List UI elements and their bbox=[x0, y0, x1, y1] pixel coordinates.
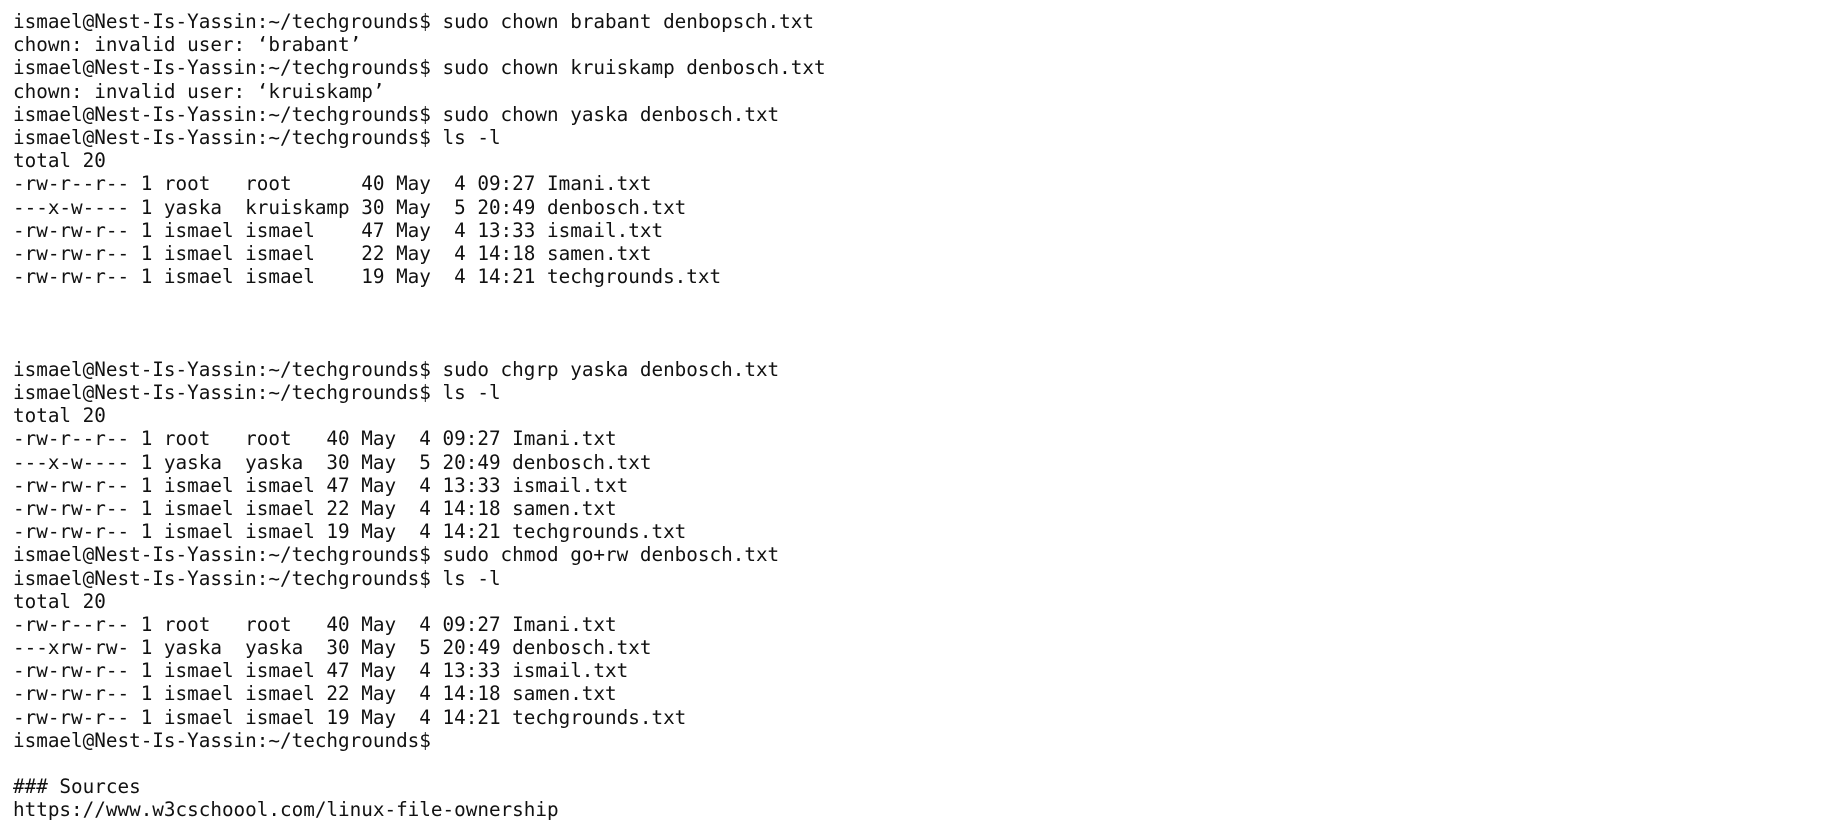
output-line: ---xrw-rw- 1 yaska yaska 30 May 5 20:49 … bbox=[13, 636, 826, 659]
command-text: ls -l bbox=[430, 381, 501, 404]
output-line: total 20 bbox=[13, 404, 826, 427]
output-line: ### Sources bbox=[13, 775, 826, 798]
command-line: ismael@Nest-Is-Yassin:~/techgrounds$ ls … bbox=[13, 126, 826, 149]
command-line: ismael@Nest-Is-Yassin:~/techgrounds$ ls … bbox=[13, 381, 826, 404]
output-line: total 20 bbox=[13, 149, 826, 172]
output-text: -rw-r--r-- 1 root root 40 May 4 09:27 Im… bbox=[13, 612, 617, 636]
output-line: -rw-rw-r-- 1 ismael ismael 22 May 4 14:1… bbox=[13, 242, 826, 265]
source-link-line: https://www.w3cschoool.com/linux-file-ow… bbox=[13, 798, 826, 821]
shell-prompt: ismael@Nest-Is-Yassin:~/techgrounds$ bbox=[13, 566, 431, 590]
output-line: -rw-rw-r-- 1 ismael ismael 19 May 4 14:2… bbox=[13, 706, 826, 729]
shell-prompt: ismael@Nest-Is-Yassin:~/techgrounds$ bbox=[13, 381, 431, 404]
output-line: -rw-rw-r-- 1 ismael ismael 19 May 4 14:2… bbox=[13, 520, 826, 543]
output-text: -rw-rw-r-- 1 ismael ismael 22 May 4 14:1… bbox=[13, 241, 652, 265]
output-line: -rw-rw-r-- 1 ismael ismael 22 May 4 14:1… bbox=[13, 497, 826, 520]
command-line: ismael@Nest-Is-Yassin:~/techgrounds$ sud… bbox=[13, 103, 826, 126]
output-line: -rw-rw-r-- 1 ismael ismael 47 May 4 13:3… bbox=[13, 219, 826, 242]
output-line: ---x-w---- 1 yaska kruiskamp 30 May 5 20… bbox=[13, 196, 826, 219]
output-text: ---x-w---- 1 yaska kruiskamp 30 May 5 20… bbox=[13, 195, 687, 219]
terminal-output[interactable]: ismael@Nest-Is-Yassin:~/techgrounds$ sud… bbox=[13, 10, 826, 822]
output-line: -rw-r--r-- 1 root root 40 May 4 09:27 Im… bbox=[13, 172, 826, 195]
output-text: total 20 bbox=[13, 589, 106, 613]
shell-prompt: ismael@Nest-Is-Yassin:~/techgrounds$ bbox=[13, 10, 431, 33]
shell-prompt: ismael@Nest-Is-Yassin:~/techgrounds$ bbox=[13, 102, 431, 126]
command-line: ismael@Nest-Is-Yassin:~/techgrounds$ ls … bbox=[13, 567, 826, 590]
command-line: ismael@Nest-Is-Yassin:~/techgrounds$ sud… bbox=[13, 543, 826, 566]
command-line: ismael@Nest-Is-Yassin:~/techgrounds$ sud… bbox=[13, 56, 826, 79]
output-text: -rw-rw-r-- 1 ismael ismael 47 May 4 13:3… bbox=[13, 218, 664, 242]
output-text: -rw-rw-r-- 1 ismael ismael 47 May 4 13:3… bbox=[13, 659, 629, 683]
command-line: ismael@Nest-Is-Yassin:~/techgrounds$ sud… bbox=[13, 358, 826, 381]
command-text: ls -l bbox=[430, 566, 501, 590]
source-link[interactable]: https://www.w3cschoool.com/linux-file-ow… bbox=[13, 798, 559, 821]
output-text: ### Sources bbox=[13, 775, 141, 799]
output-text: -rw-rw-r-- 1 ismael ismael 47 May 4 13:3… bbox=[13, 473, 629, 497]
output-text: chown: invalid user: ‘kruiskamp’ bbox=[13, 79, 385, 103]
command-line: ismael@Nest-Is-Yassin:~/techgrounds$ bbox=[13, 729, 826, 752]
shell-prompt: ismael@Nest-Is-Yassin:~/techgrounds$ bbox=[13, 56, 431, 80]
command-text: sudo chown kruiskamp denbosch.txt bbox=[430, 56, 826, 80]
command-text: sudo chown brabant denbopsch.txt bbox=[430, 10, 814, 33]
output-text: -rw-rw-r-- 1 ismael ismael 19 May 4 14:2… bbox=[13, 705, 687, 729]
output-text: total 20 bbox=[13, 149, 106, 173]
output-line: chown: invalid user: ‘kruiskamp’ bbox=[13, 80, 826, 103]
output-line: chown: invalid user: ‘brabant’ bbox=[13, 33, 826, 56]
output-line: -rw-rw-r-- 1 ismael ismael 47 May 4 13:3… bbox=[13, 659, 826, 682]
output-text: -rw-r--r-- 1 root root 40 May 4 09:27 Im… bbox=[13, 172, 652, 196]
shell-prompt: ismael@Nest-Is-Yassin:~/techgrounds$ bbox=[13, 125, 431, 149]
command-text: ls -l bbox=[430, 125, 501, 149]
output-line: -rw-r--r-- 1 root root 40 May 4 09:27 Im… bbox=[13, 613, 826, 636]
output-text: total 20 bbox=[13, 404, 106, 428]
output-line: total 20 bbox=[13, 590, 826, 613]
output-text: -rw-rw-r-- 1 ismael ismael 22 May 4 14:1… bbox=[13, 496, 617, 520]
output-text: -rw-rw-r-- 1 ismael ismael 22 May 4 14:1… bbox=[13, 682, 617, 706]
output-line: -rw-r--r-- 1 root root 40 May 4 09:27 Im… bbox=[13, 427, 826, 450]
command-line: ismael@Nest-Is-Yassin:~/techgrounds$ sud… bbox=[13, 10, 826, 33]
output-text: ---x-w---- 1 yaska yaska 30 May 5 20:49 … bbox=[13, 450, 652, 474]
output-line: -rw-rw-r-- 1 ismael ismael 47 May 4 13:3… bbox=[13, 474, 826, 497]
output-text: -rw-rw-r-- 1 ismael ismael 19 May 4 14:2… bbox=[13, 265, 722, 289]
command-text: sudo chmod go+rw denbosch.txt bbox=[430, 543, 780, 567]
output-line: -rw-rw-r-- 1 ismael ismael 22 May 4 14:1… bbox=[13, 682, 826, 705]
output-text: ---xrw-rw- 1 yaska yaska 30 May 5 20:49 … bbox=[13, 636, 652, 660]
output-line: ---x-w---- 1 yaska yaska 30 May 5 20:49 … bbox=[13, 451, 826, 474]
command-text: sudo chgrp yaska denbosch.txt bbox=[430, 357, 780, 381]
output-text: chown: invalid user: ‘brabant’ bbox=[13, 33, 362, 57]
shell-prompt: ismael@Nest-Is-Yassin:~/techgrounds$ bbox=[13, 543, 431, 567]
command-text: sudo chown yaska denbosch.txt bbox=[430, 102, 780, 126]
shell-prompt: ismael@Nest-Is-Yassin:~/techgrounds$ bbox=[13, 357, 431, 381]
output-text: -rw-rw-r-- 1 ismael ismael 19 May 4 14:2… bbox=[13, 520, 687, 544]
output-line: -rw-rw-r-- 1 ismael ismael 19 May 4 14:2… bbox=[13, 265, 826, 288]
shell-prompt: ismael@Nest-Is-Yassin:~/techgrounds$ bbox=[13, 728, 431, 752]
output-text: -rw-r--r-- 1 root root 40 May 4 09:27 Im… bbox=[13, 427, 617, 451]
